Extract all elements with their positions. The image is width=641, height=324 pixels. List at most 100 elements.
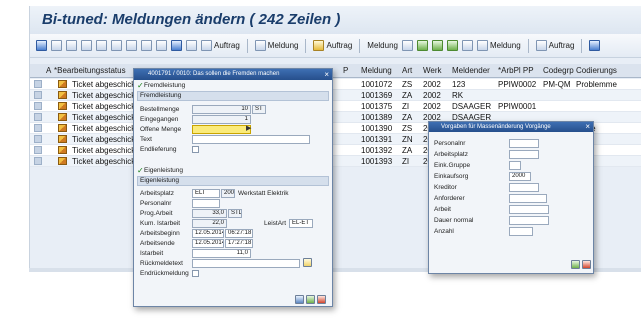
row-selector[interactable] xyxy=(34,91,42,99)
mass-change-field-input[interactable] xyxy=(509,183,539,192)
mass-change-field-input[interactable]: 2000 xyxy=(509,172,531,181)
attachment-icon[interactable] xyxy=(461,40,473,51)
arbeitsbeginn-date-field[interactable]: 12.05.2014 xyxy=(192,229,224,238)
arbeitsende-time-field[interactable]: 17:27:18 xyxy=(225,239,253,248)
column-header-meldender[interactable]: Meldender xyxy=(452,66,490,75)
layout-icon[interactable] xyxy=(186,40,197,51)
notification-status-icon xyxy=(58,80,67,88)
row-selector[interactable] xyxy=(34,80,42,88)
mass-change-field-input[interactable] xyxy=(509,216,549,225)
print-notification-button[interactable]: Meldung xyxy=(476,40,521,51)
change-order-button[interactable]: Auftrag xyxy=(313,40,352,51)
row-selector[interactable] xyxy=(34,113,42,121)
row-selector[interactable] xyxy=(34,102,42,110)
prog-arbeit-unit-field: STD xyxy=(228,209,242,218)
column-header-a[interactable]: A xyxy=(46,66,51,75)
eigenleistung-group-label: Eigenleistung xyxy=(144,167,184,174)
notification-status-icon xyxy=(58,157,67,165)
print-order-button[interactable]: Auftrag xyxy=(535,40,574,51)
info-icon[interactable] xyxy=(589,40,601,51)
table-row[interactable]: Ticket abgeschickt 1001072 ZS 2002 123 PPIW00… xyxy=(30,79,641,90)
text-field[interactable] xyxy=(192,135,310,144)
flag-icon[interactable] xyxy=(416,40,428,51)
close-icon[interactable]: × xyxy=(585,122,590,131)
arbeitsbeginn-time-field[interactable]: 06:27:18 xyxy=(225,229,253,238)
mass-change-field-input[interactable] xyxy=(509,161,521,170)
sort-asc-icon[interactable] xyxy=(111,40,122,51)
table-row[interactable]: Ticket abgeschickt 1001375 ZI 2002 DSAAGER PP… xyxy=(30,101,641,112)
column-header-meldung[interactable]: Meldung xyxy=(361,66,392,75)
status-cell: Ticket abgeschickt xyxy=(72,80,138,89)
filter-icon[interactable] xyxy=(141,40,152,51)
leistart-field[interactable]: EL-ET xyxy=(289,219,313,228)
column-header-arbpl[interactable]: *ArbPl PP xyxy=(498,66,534,75)
row-selector[interactable] xyxy=(34,124,42,132)
row-selector[interactable] xyxy=(34,146,42,154)
rueckmeldetext-field[interactable] xyxy=(192,259,300,268)
notification-text-button[interactable]: Meldung xyxy=(367,41,398,50)
notification-status-icon xyxy=(58,91,67,99)
column-header-status[interactable]: *Bearbeitungsstatus xyxy=(54,66,126,75)
deselect-icon[interactable] xyxy=(96,40,107,51)
mass-change-field-input[interactable] xyxy=(509,150,539,159)
arbeitsende-date-field[interactable]: 12.05.2014 xyxy=(192,239,224,248)
mass-change-field-label: Anforderer xyxy=(434,195,465,202)
confirm-icon[interactable] xyxy=(571,260,580,269)
export-icon[interactable] xyxy=(171,40,182,51)
meldender-cell: 123 xyxy=(452,80,466,89)
arbeitsplatz-field[interactable]: ELT xyxy=(192,189,220,198)
select-all-icon[interactable] xyxy=(81,40,92,51)
mass-change-popup: Vorgaben für Massenänderung Vorgänge × P… xyxy=(428,121,594,274)
long-text-icon[interactable] xyxy=(303,258,312,267)
leistart-label: LeistArt xyxy=(264,220,287,227)
save-icon[interactable] xyxy=(295,295,304,304)
details-icon[interactable] xyxy=(36,40,47,51)
close-icon[interactable]: × xyxy=(324,70,329,79)
mass-change-field-input[interactable] xyxy=(509,205,549,214)
application-toolbar: Auftrag Meldung Auftrag Meldung Meldung … xyxy=(30,34,641,58)
mass-change-field-input[interactable] xyxy=(509,139,539,148)
column-header-codegrp[interactable]: Codegrp xyxy=(543,66,574,75)
status-cell: Ticket abgeschickt xyxy=(72,102,138,111)
create-order-button[interactable]: Auftrag xyxy=(201,40,240,51)
personalnr-label: Personalnr xyxy=(140,200,172,207)
endrueckmeldung-label: Endrückmeldung xyxy=(140,270,189,277)
row-selector[interactable] xyxy=(34,157,42,165)
cancel-icon[interactable] xyxy=(317,295,326,304)
create-notification-button[interactable]: Meldung xyxy=(254,40,298,51)
sort-desc-icon[interactable] xyxy=(126,40,137,51)
cancel-icon[interactable] xyxy=(582,260,591,269)
istarbeit-field[interactable]: 11,0 xyxy=(192,249,251,258)
eigenleistung-section-label: Eigenleistung xyxy=(140,177,180,184)
sum-icon[interactable] xyxy=(156,40,167,51)
bestellmenge-field: 10 xyxy=(192,105,251,114)
art-cell: ZA xyxy=(402,91,413,100)
cursor-arrow-icon: ▶ xyxy=(246,125,252,132)
column-header-art[interactable]: Art xyxy=(402,66,412,75)
werk-cell: 2002 xyxy=(423,102,441,111)
column-header-codierung[interactable]: Codierungs xyxy=(576,66,617,75)
mass-change-field-input[interactable] xyxy=(509,194,547,203)
flag-icon[interactable] xyxy=(431,40,443,51)
mass-change-popup-title: Vorgaben für Massenänderung Vorgänge xyxy=(429,122,593,132)
table-row[interactable]: Ticket abgeschickt 1001369 ZA 2002 RK xyxy=(30,90,641,101)
kum-istarbeit-field: 22,0 xyxy=(192,219,227,228)
operation-popup: 4001791 / 0010: Das sollen die Fremden m… xyxy=(133,68,333,307)
mass-change-field-input[interactable] xyxy=(509,227,533,236)
column-header-p[interactable]: P xyxy=(343,66,348,75)
copy-icon[interactable] xyxy=(401,40,413,51)
endlieferung-checkbox[interactable] xyxy=(192,146,199,153)
endlieferung-label: Endlieferung xyxy=(140,146,177,153)
art-cell: ZS xyxy=(402,124,413,133)
confirm-icon[interactable] xyxy=(306,295,315,304)
offene-menge-field[interactable] xyxy=(192,125,251,134)
find-icon[interactable] xyxy=(51,40,62,51)
refresh-icon[interactable] xyxy=(66,40,77,51)
column-header-werk[interactable]: Werk xyxy=(423,66,442,75)
grid-icon[interactable] xyxy=(446,40,458,51)
personalnr-field[interactable] xyxy=(192,199,220,208)
arbeitsplatz-description: Werkstatt Elektrik xyxy=(238,190,289,197)
mass-change-field-label: Kreditor xyxy=(434,184,457,191)
row-selector[interactable] xyxy=(34,135,42,143)
endrueckmeldung-checkbox[interactable] xyxy=(192,270,199,277)
